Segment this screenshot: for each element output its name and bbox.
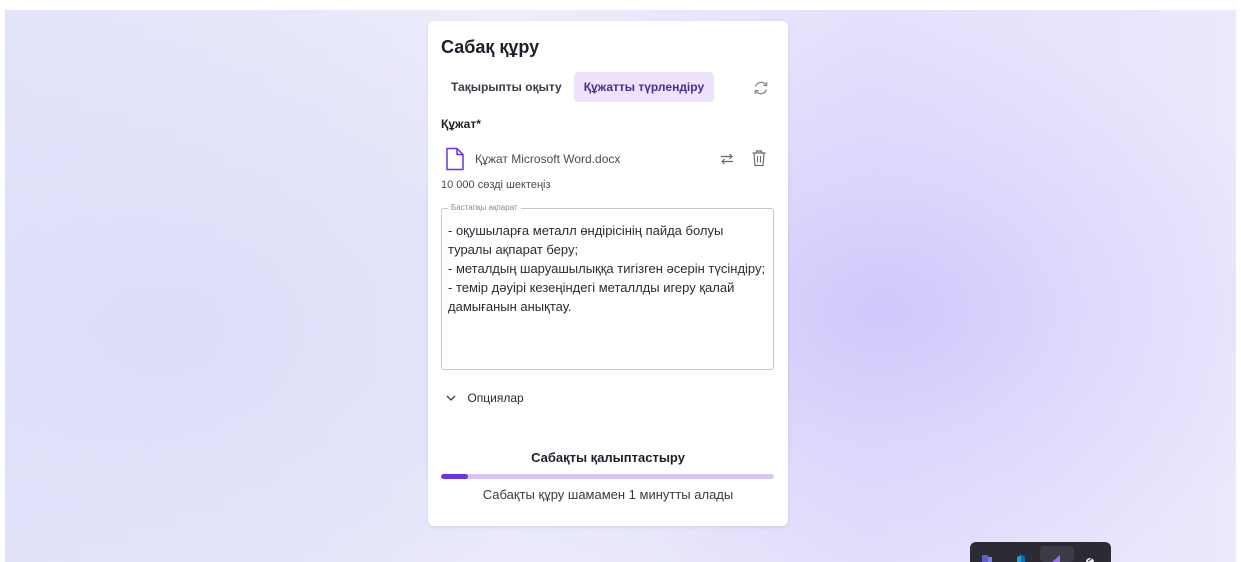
- tab-topic-teaching[interactable]: Тақырыпты оқыту: [441, 72, 572, 102]
- trash-icon[interactable]: [751, 149, 767, 167]
- file-name: Құжат Microsoft Word.docx: [475, 152, 621, 166]
- taskbar: [970, 542, 1111, 562]
- document-label: Құжат*: [441, 117, 481, 131]
- source-info-field[interactable]: Бастапқы ақпарат - оқушыларға металл өнд…: [441, 203, 774, 370]
- teams-icon[interactable]: [982, 554, 992, 562]
- chevron-down-icon: [446, 395, 456, 401]
- shield-check-icon[interactable]: [1085, 554, 1095, 562]
- source-info-label: Бастапқы ақпарат: [448, 203, 521, 212]
- source-info-text[interactable]: - оқушыларға металл өндірісінің пайда бо…: [448, 221, 766, 316]
- generation-note: Сабақты құру шамамен 1 минутты алады: [482, 487, 734, 502]
- generation-progress-fill: [441, 474, 468, 479]
- options-label: Опциялар: [467, 390, 524, 405]
- file-icon: [446, 147, 464, 171]
- swap-icon[interactable]: [719, 151, 735, 167]
- cube-icon[interactable]: [1016, 554, 1026, 562]
- tab-document-conversion[interactable]: Құжатты түрлендіру: [573, 72, 715, 102]
- page-title: Сабақ құру: [441, 37, 540, 57]
- word-limit-text: 10 000 сөзді шектеңіз: [441, 179, 551, 191]
- generation-title: Сабақты қалыптастыру: [531, 450, 685, 465]
- mode-tabs: Тақырыпты оқыту Құжатты түрлендіру: [441, 72, 716, 102]
- refresh-icon[interactable]: [752, 79, 770, 97]
- options-toggle[interactable]: Опциялар: [445, 389, 524, 407]
- visual-studio-icon[interactable]: [1051, 554, 1061, 562]
- attached-file-row: Құжат Microsoft Word.docx: [441, 146, 775, 172]
- generation-progress-bar: [441, 474, 774, 479]
- lesson-builder-card: Сабақ құру Тақырыпты оқыту Құжатты түрле…: [428, 21, 788, 526]
